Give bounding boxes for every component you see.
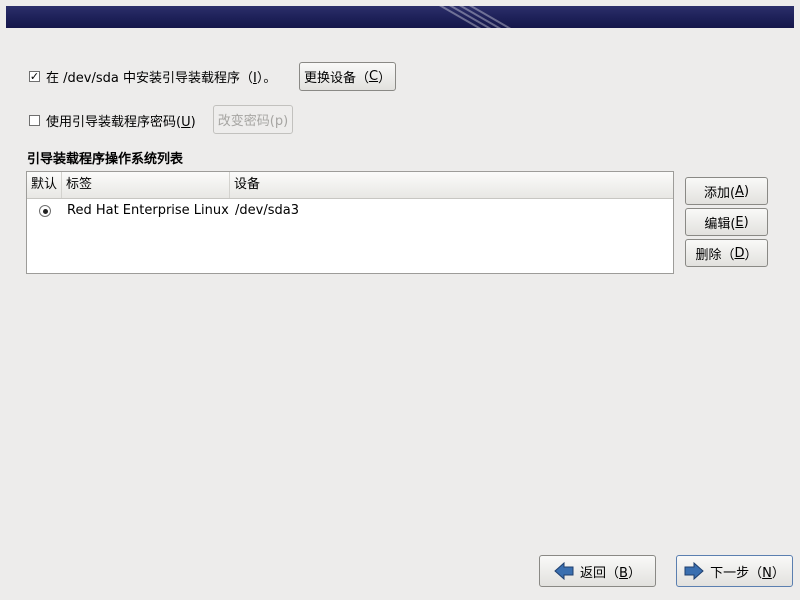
- os-list-title: 引导装载程序操作系统列表: [27, 152, 184, 167]
- arrow-right-icon: [684, 562, 704, 580]
- arrow-left-icon: [554, 562, 574, 580]
- back-button[interactable]: 返回（B）: [539, 555, 656, 587]
- install-bootloader-label: 在 /dev/sda 中安装引导装载程序（I）。: [46, 71, 277, 86]
- os-device-cell: /dev/sda3: [235, 203, 299, 218]
- column-header-device[interactable]: 设备: [230, 172, 673, 198]
- table-row[interactable]: Red Hat Enterprise Linux /dev/sda3: [27, 199, 673, 223]
- add-button[interactable]: 添加(A): [685, 177, 768, 205]
- os-list[interactable]: 默认 标签 设备 Red Hat Enterprise Linux /dev/s…: [26, 171, 674, 274]
- change-device-button[interactable]: 更换设备（ C）: [299, 62, 396, 91]
- column-header-label[interactable]: 标签: [62, 172, 230, 198]
- install-bootloader-checkbox[interactable]: ✓: [29, 71, 40, 82]
- check-icon: ✓: [29, 70, 40, 83]
- bootloader-password-label: 使用引导装载程序密码(U): [46, 115, 196, 130]
- header-banner: [6, 6, 794, 28]
- edit-button[interactable]: 编辑(E): [685, 208, 768, 236]
- install-bootloader-option[interactable]: ✓ 在 /dev/sda 中安装引导装载程序（I）。: [29, 67, 276, 86]
- bootloader-password-option[interactable]: 使用引导装载程序密码(U): [29, 111, 196, 130]
- change-password-button[interactable]: 改变密码(p): [213, 105, 293, 134]
- os-label-cell: Red Hat Enterprise Linux: [67, 203, 229, 218]
- default-radio[interactable]: [39, 205, 51, 217]
- bootloader-password-checkbox[interactable]: [29, 115, 40, 126]
- next-button[interactable]: 下一步（N）: [676, 555, 793, 587]
- column-header-default[interactable]: 默认: [27, 172, 62, 198]
- delete-button[interactable]: 删除（ D）: [685, 239, 768, 267]
- os-list-header: 默认 标签 设备: [27, 172, 673, 199]
